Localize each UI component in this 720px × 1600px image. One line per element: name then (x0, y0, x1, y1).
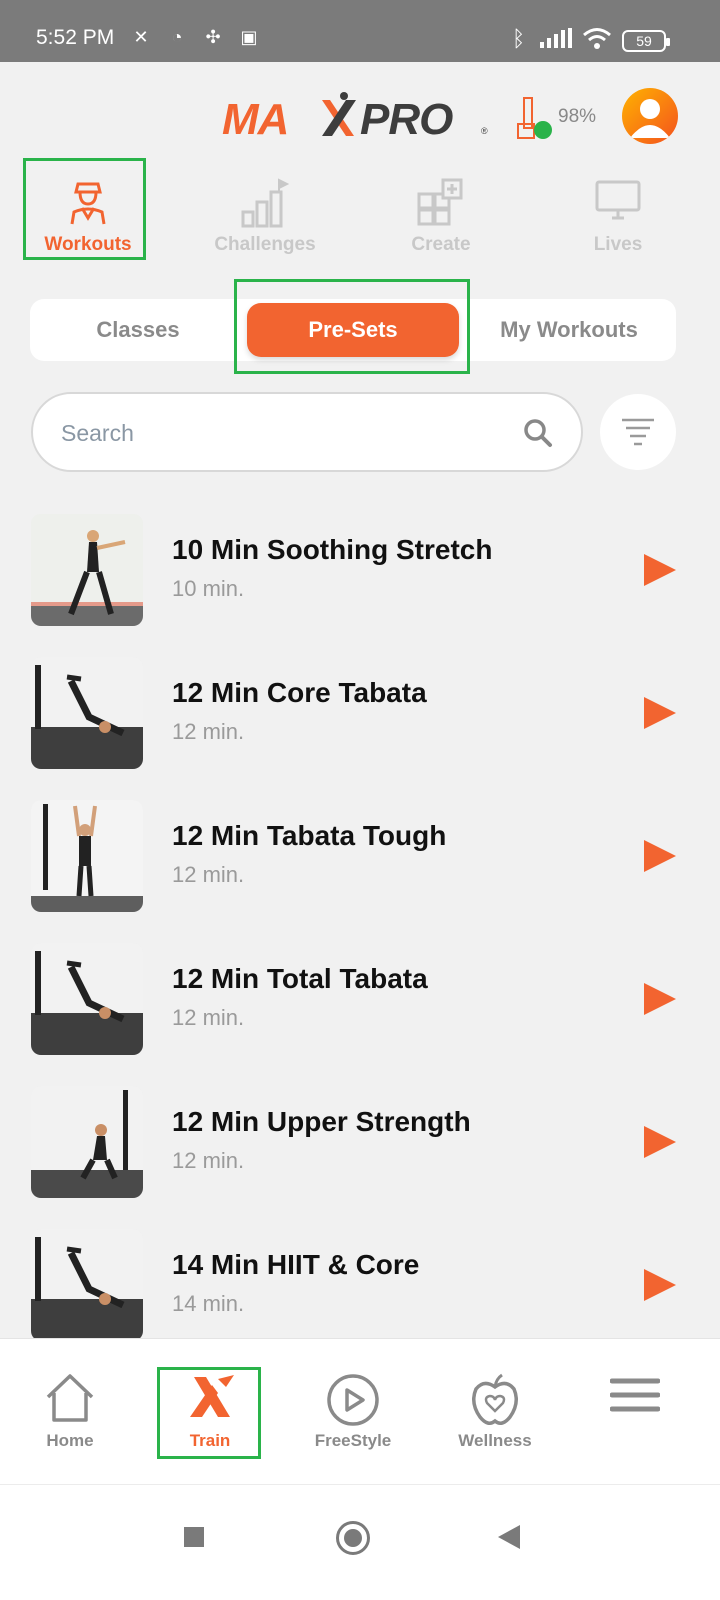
tab-challenges[interactable]: Challenges (185, 160, 345, 260)
workout-duration: 12 min. (172, 719, 245, 744)
workout-duration: 12 min. (172, 1005, 245, 1030)
workout-duration: 14 min. (172, 1291, 245, 1316)
play-icon[interactable] (642, 838, 678, 874)
play-icon[interactable] (642, 695, 678, 731)
workout-thumbnail (31, 657, 143, 769)
workout-duration: 12 min. (172, 1148, 245, 1173)
play-icon[interactable] (642, 1124, 678, 1160)
list-item[interactable]: 10 Min Soothing Stretch 10 min. (0, 500, 720, 643)
filter-button[interactable] (600, 394, 676, 470)
list-item[interactable]: 12 Min Core Tabata 12 min. (0, 643, 720, 786)
svg-text:PRO: PRO (360, 95, 453, 140)
status-bar: 5:52 PM ✕ ◔ ✣ ▣ ᛒ 59 (0, 0, 720, 62)
slack-icon: ✣ (205, 26, 221, 47)
list-item[interactable]: 12 Min Upper Strength 12 min. (0, 1072, 720, 1215)
status-notification-icons: ✕ ◔ ✣ ▣ (128, 24, 262, 50)
workout-title: 12 Min Core Tabata (172, 677, 427, 708)
play-icon[interactable] (642, 981, 678, 1017)
workout-thumbnail-image (31, 657, 143, 769)
workout-thumbnail-image (31, 800, 143, 912)
bluetooth-icon: ᛒ (512, 26, 526, 51)
workouts-person-icon (70, 182, 106, 225)
challenges-chart-icon (241, 178, 289, 228)
svg-text:MA: MA (222, 95, 288, 140)
menu-hamburger-icon (610, 1378, 660, 1412)
svg-text:®: ® (481, 126, 488, 136)
freestyle-play-icon (327, 1374, 379, 1426)
wellness-apple-icon (472, 1373, 518, 1425)
play-icon[interactable] (642, 552, 678, 588)
recent-apps-icon[interactable] (184, 1527, 204, 1547)
system-navigation-bar (0, 1484, 720, 1600)
calendar-icon: ▣ (240, 26, 258, 47)
workout-thumbnail-image (31, 514, 143, 626)
mute-icon: ✕ (133, 26, 149, 47)
tab-label: Lives (593, 234, 643, 255)
tab-label: Challenges (214, 234, 316, 255)
tab-label: Workouts (44, 234, 132, 255)
workout-thumbnail-image (31, 1086, 143, 1198)
search-icon[interactable] (523, 418, 553, 448)
workout-duration: 12 min. (172, 862, 245, 887)
workout-thumbnail (31, 1229, 143, 1341)
user-avatar-icon (630, 99, 670, 138)
tab-workouts[interactable]: Workouts (8, 160, 168, 260)
workout-thumbnail-image (31, 943, 143, 1055)
status-time: 5:52 PM (36, 26, 115, 49)
workout-title: 12 Min Tabata Tough (172, 820, 447, 851)
workout-title: 12 Min Upper Strength (172, 1106, 471, 1137)
signal-icon (540, 28, 572, 48)
nav-label: FreeStyle (314, 1431, 392, 1450)
maxpro-logo: MA PRO ® (222, 92, 488, 140)
list-item[interactable]: 12 Min Tabata Tough 12 min. (0, 786, 720, 929)
workout-thumbnail (31, 800, 143, 912)
list-item[interactable]: 12 Min Total Tabata 12 min. (0, 929, 720, 1072)
home-circle-icon[interactable] (336, 1521, 370, 1555)
segment-classes[interactable]: Classes (30, 299, 246, 361)
workout-thumbnail (31, 1086, 143, 1198)
search-bar (31, 392, 583, 472)
workout-title: 12 Min Total Tabata (172, 963, 428, 994)
back-icon[interactable] (498, 1525, 520, 1549)
device-connection-icon (517, 97, 552, 139)
play-icon[interactable] (642, 1267, 678, 1303)
tab-lives[interactable]: Lives (538, 160, 698, 260)
filter-icon (622, 418, 654, 446)
workout-thumbnail (31, 943, 143, 1055)
workout-title: 10 Min Soothing Stretch (172, 534, 493, 565)
create-grid-icon (417, 178, 463, 226)
lives-monitor-icon (595, 180, 641, 220)
workout-title: 14 Min HIIT & Core (172, 1249, 420, 1280)
device-battery-percent: 98% (558, 106, 597, 127)
battery-indicator: 59 (622, 30, 670, 52)
tab-create[interactable]: Create (361, 160, 521, 260)
tab-label: Create (411, 234, 471, 255)
wifi-icon (583, 28, 611, 49)
highlight-box-train (157, 1367, 261, 1459)
search-input[interactable] (61, 414, 521, 452)
nav-label: Home (46, 1431, 94, 1450)
home-icon (46, 1374, 94, 1422)
nav-label: Wellness (458, 1431, 532, 1450)
workout-thumbnail (31, 514, 143, 626)
highlight-box-pre-sets (234, 279, 470, 374)
workout-duration: 10 min. (172, 576, 245, 601)
workout-thumbnail-image (31, 1229, 143, 1341)
alarm-icon: ◔ (171, 26, 183, 47)
list-item[interactable]: 14 Min HIIT & Core 14 min. (0, 1215, 720, 1358)
segment-my-workouts[interactable]: My Workouts (462, 299, 676, 361)
profile-avatar[interactable] (622, 88, 678, 144)
bottom-navigation: Home Train FreeStyle Wellness (0, 1338, 720, 1484)
